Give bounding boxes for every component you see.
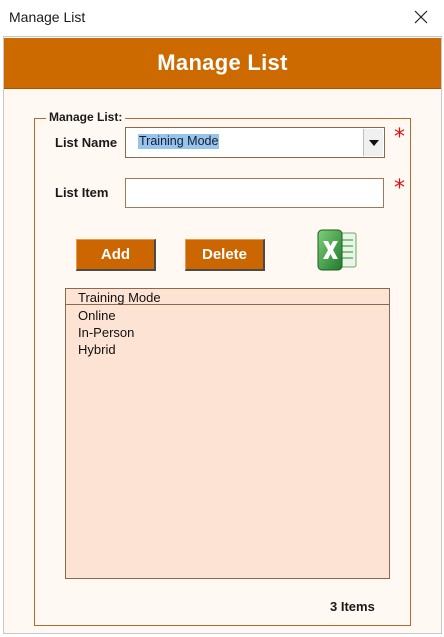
excel-icon (317, 229, 357, 271)
list-name-selected-value: Training Mode (138, 134, 220, 149)
listbox-header-text: Training Mode (78, 290, 161, 305)
dropdown-button[interactable] (363, 129, 383, 156)
listbox-header: Training Mode (66, 289, 389, 305)
manage-list-window: Manage List Manage List Manage List: Lis… (0, 0, 444, 637)
header-title: Manage List (157, 50, 288, 75)
list-item-label: List Item (55, 185, 109, 200)
close-button[interactable] (398, 0, 444, 34)
list-item-required-marker: * (394, 176, 405, 201)
export-excel-button[interactable] (314, 227, 360, 273)
header-banner: Manage List (4, 38, 441, 89)
title-bar: Manage List (0, 0, 444, 34)
item-count: 3 Items (330, 599, 375, 614)
list-item[interactable]: In-Person (78, 324, 134, 341)
list-name-label: List Name (55, 135, 118, 150)
group-label: Manage List: (46, 110, 126, 124)
list-name-required-marker: * (394, 125, 405, 150)
listbox-rows: Online In-Person Hybrid (78, 307, 134, 358)
add-button[interactable]: Add (76, 239, 156, 271)
list-items-listbox[interactable]: Training Mode Online In-Person Hybrid (65, 288, 390, 579)
list-item[interactable]: Hybrid (78, 341, 134, 358)
list-item-input[interactable] (125, 178, 384, 208)
window-title: Manage List (9, 9, 86, 25)
form-client-area: Manage List Manage List: List Name Train… (3, 36, 442, 634)
close-icon (414, 10, 428, 24)
list-name-combobox[interactable]: Training Mode (125, 127, 385, 158)
dropdown-arrow-icon (368, 139, 379, 146)
delete-button[interactable]: Delete (185, 239, 265, 271)
list-item[interactable]: Online (78, 307, 134, 324)
